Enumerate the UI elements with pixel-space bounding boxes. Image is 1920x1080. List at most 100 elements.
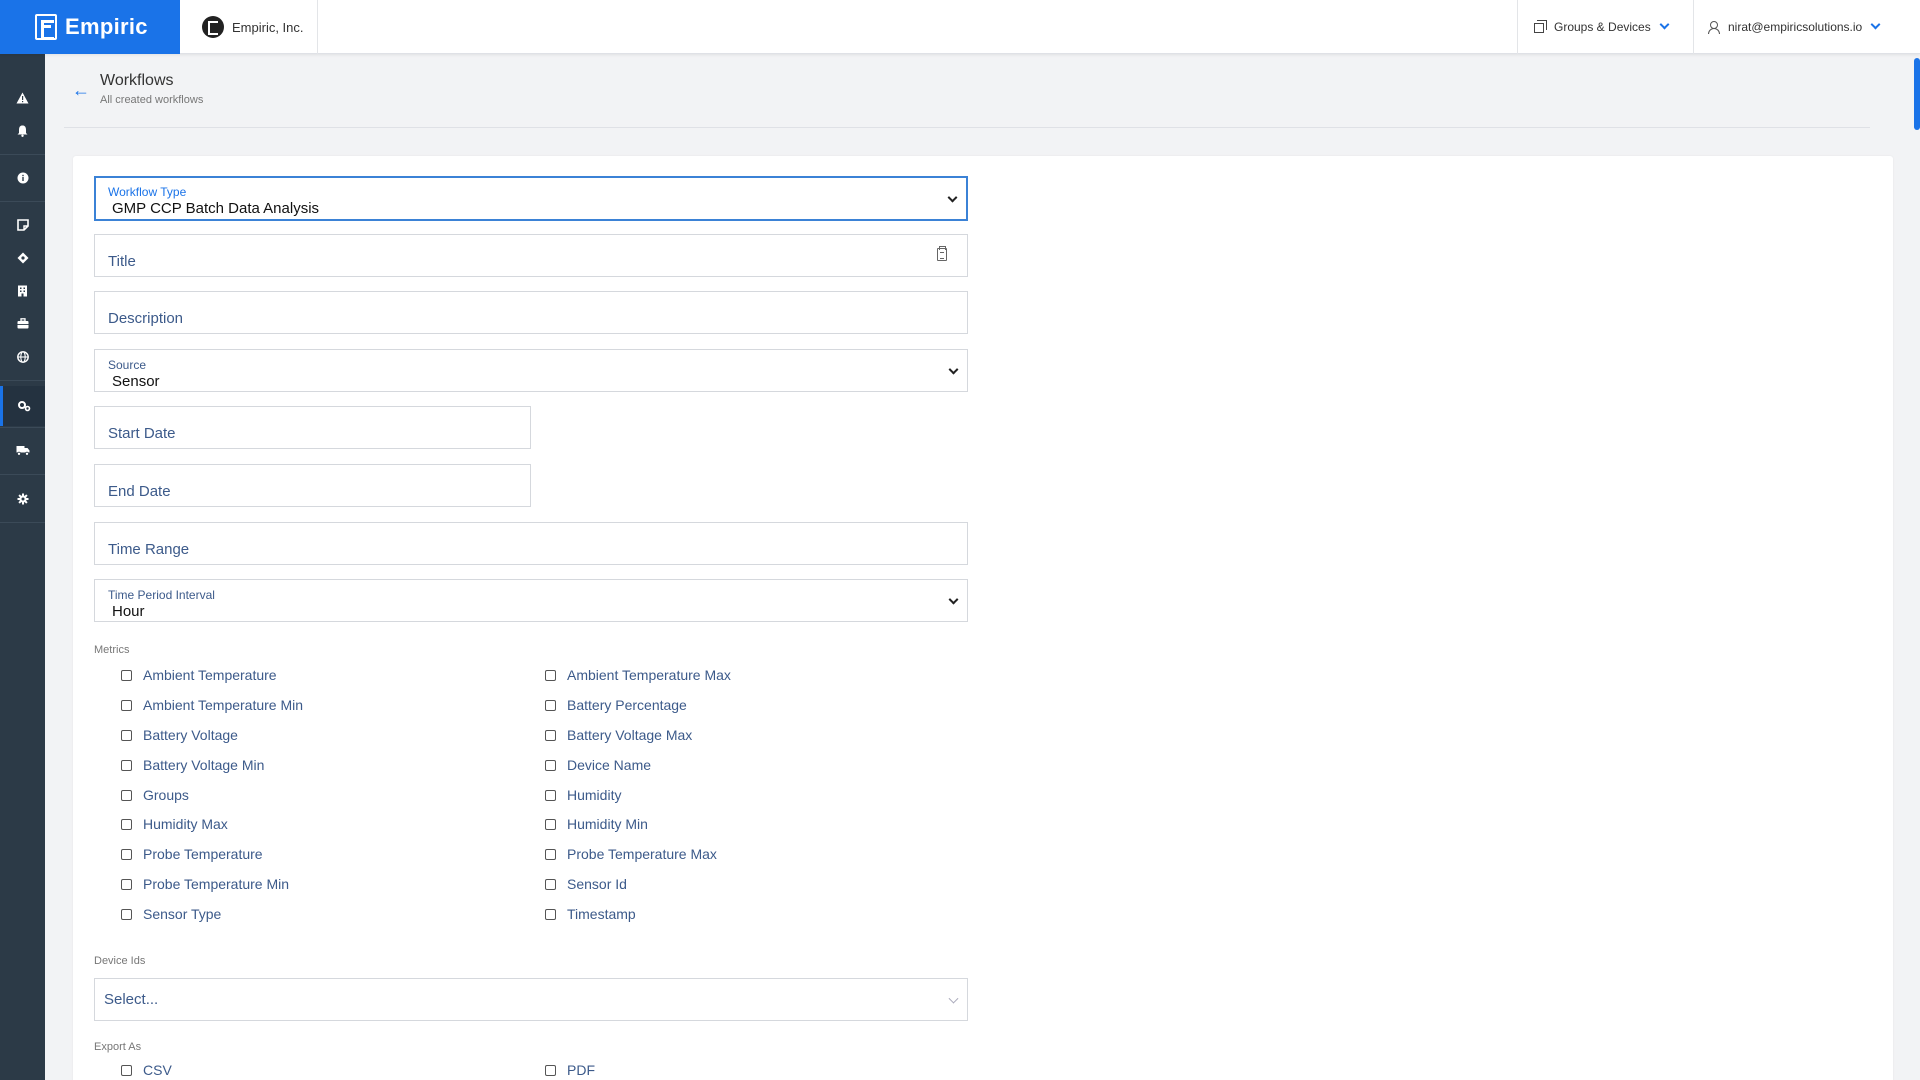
metric-checkbox[interactable]: Battery Voltage Min	[121, 757, 264, 773]
export-as-label: Export As	[94, 1041, 142, 1053]
metric-checkbox[interactable]: Probe Temperature Min	[121, 876, 289, 892]
checkbox[interactable]	[121, 818, 132, 830]
metric-label: Ambient Temperature Min	[143, 697, 304, 713]
title-placeholder: Title	[108, 253, 136, 270]
checkbox[interactable]	[121, 669, 132, 681]
metric-checkbox[interactable]: Humidity Min	[545, 816, 648, 832]
checkbox[interactable]	[545, 759, 556, 771]
metric-label: Battery Percentage	[567, 697, 687, 713]
metrics-label: Metrics	[94, 644, 130, 656]
checkbox[interactable]	[545, 669, 556, 681]
metric-label: Battery Voltage Min	[143, 757, 265, 773]
top-bar: Empiric Empiric, Inc. Groups & Devices n…	[0, 0, 1920, 54]
time-range-placeholder: Time Range	[108, 541, 190, 558]
metric-label: Groups	[143, 787, 189, 803]
device-ids-select[interactable]: Select...	[94, 978, 968, 1021]
checkbox[interactable]	[545, 848, 556, 860]
time-period-interval-value: Hour	[112, 603, 145, 620]
metric-checkbox[interactable]: Sensor Type	[121, 906, 221, 922]
checkbox[interactable]	[545, 818, 556, 830]
briefcase-icon[interactable]	[0, 307, 45, 340]
metric-label: Battery Voltage Max	[567, 727, 693, 743]
chevron-down-icon	[1870, 19, 1881, 29]
checkbox[interactable]	[121, 848, 132, 860]
checkbox[interactable]	[545, 908, 556, 920]
metric-label: Humidity	[567, 787, 622, 803]
diamond-icon[interactable]	[0, 241, 45, 274]
user-menu[interactable]: nirat@empiricsolutions.io	[1693, 0, 1920, 54]
brand-name: Empiric	[65, 14, 148, 39]
metric-checkbox[interactable]: Humidity Max	[121, 816, 228, 832]
metric-checkbox[interactable]: Device Name	[545, 757, 651, 773]
metric-checkbox[interactable]: Timestamp	[545, 906, 636, 922]
checkbox[interactable]	[545, 729, 556, 741]
checkbox[interactable]	[121, 908, 132, 920]
export-pdf-checkbox[interactable]: PDF	[545, 1062, 595, 1078]
metric-checkbox[interactable]: Probe Temperature	[121, 846, 263, 862]
checkbox[interactable]	[545, 699, 556, 711]
metric-checkbox[interactable]: Humidity	[545, 787, 621, 803]
time-period-interval-label: Time Period Interval	[108, 588, 215, 602]
metric-checkbox[interactable]: Ambient Temperature Min	[121, 697, 303, 713]
info-icon[interactable]	[0, 161, 45, 194]
scrollbar-thumb[interactable]	[1914, 58, 1920, 130]
truck-icon[interactable]	[0, 434, 45, 467]
settings-icon[interactable]	[0, 482, 45, 515]
time-range-input[interactable]: Time Range	[94, 522, 968, 565]
description-input[interactable]: Description	[94, 291, 968, 334]
metric-label: Timestamp	[567, 906, 636, 922]
metric-checkbox[interactable]: Sensor Id	[545, 876, 627, 892]
user-icon	[1708, 21, 1720, 34]
device-ids-label: Device Ids	[94, 955, 146, 967]
metric-checkbox[interactable]: Groups	[121, 787, 189, 803]
organization-selector[interactable]: Empiric, Inc.	[180, 0, 318, 54]
start-date-placeholder: Start Date	[108, 425, 176, 442]
metric-label: Battery Voltage	[143, 727, 238, 743]
checkbox[interactable]	[121, 1064, 132, 1076]
brand-logo[interactable]: Empiric	[0, 0, 180, 54]
back-arrow-icon[interactable]: ←	[72, 81, 90, 99]
device-ids-placeholder: Select...	[104, 991, 159, 1008]
checkbox[interactable]	[545, 878, 556, 890]
globe-icon[interactable]	[0, 340, 45, 373]
page-subtitle: All created workflows	[100, 94, 204, 106]
source-value: Sensor	[112, 373, 160, 390]
end-date-input[interactable]: End Date	[94, 464, 531, 507]
export-csv-checkbox[interactable]: CSV	[121, 1062, 172, 1078]
workflows-gears-icon[interactable]	[0, 386, 45, 426]
checkbox[interactable]	[545, 1064, 556, 1076]
checkbox[interactable]	[121, 878, 132, 890]
export-option-label: CSV	[143, 1062, 172, 1078]
export-option-label: PDF	[567, 1062, 595, 1078]
bell-icon[interactable]	[0, 114, 45, 147]
clipboard-icon[interactable]	[937, 246, 947, 261]
building-icon[interactable]	[0, 274, 45, 307]
metric-checkbox[interactable]: Probe Temperature Max	[545, 846, 717, 862]
note-icon[interactable]	[0, 208, 45, 241]
checkbox[interactable]	[121, 699, 132, 711]
metric-checkbox[interactable]: Ambient Temperature Max	[545, 667, 731, 683]
checkbox[interactable]	[121, 759, 132, 771]
page-header: ← Workflows All created workflows	[64, 54, 1870, 128]
user-email: nirat@empiricsolutions.io	[1728, 20, 1863, 34]
metric-label: Ambient Temperature Max	[567, 667, 731, 683]
title-input[interactable]: Title	[94, 234, 968, 277]
source-select[interactable]: Source Sensor	[94, 349, 968, 392]
checkbox[interactable]	[121, 789, 132, 801]
checkbox[interactable]	[545, 789, 556, 801]
chevron-down-icon	[948, 993, 959, 1004]
metric-checkbox[interactable]: Ambient Temperature	[121, 667, 277, 683]
chevron-down-icon	[948, 594, 959, 605]
alert-triangle-icon[interactable]	[0, 81, 45, 114]
metric-checkbox[interactable]: Battery Voltage	[121, 727, 238, 743]
metric-label: Device Name	[567, 757, 652, 773]
groups-devices-menu[interactable]: Groups & Devices	[1517, 0, 1693, 54]
metric-checkbox[interactable]: Battery Percentage	[545, 697, 687, 713]
metric-label: Humidity Max	[143, 816, 228, 832]
workflow-type-select[interactable]: Workflow Type GMP CCP Batch Data Analysi…	[94, 176, 968, 221]
time-period-interval-select[interactable]: Time Period Interval Hour	[94, 579, 968, 622]
start-date-input[interactable]: Start Date	[94, 406, 531, 449]
description-placeholder: Description	[108, 310, 184, 327]
metric-checkbox[interactable]: Battery Voltage Max	[545, 727, 692, 743]
checkbox[interactable]	[121, 729, 132, 741]
